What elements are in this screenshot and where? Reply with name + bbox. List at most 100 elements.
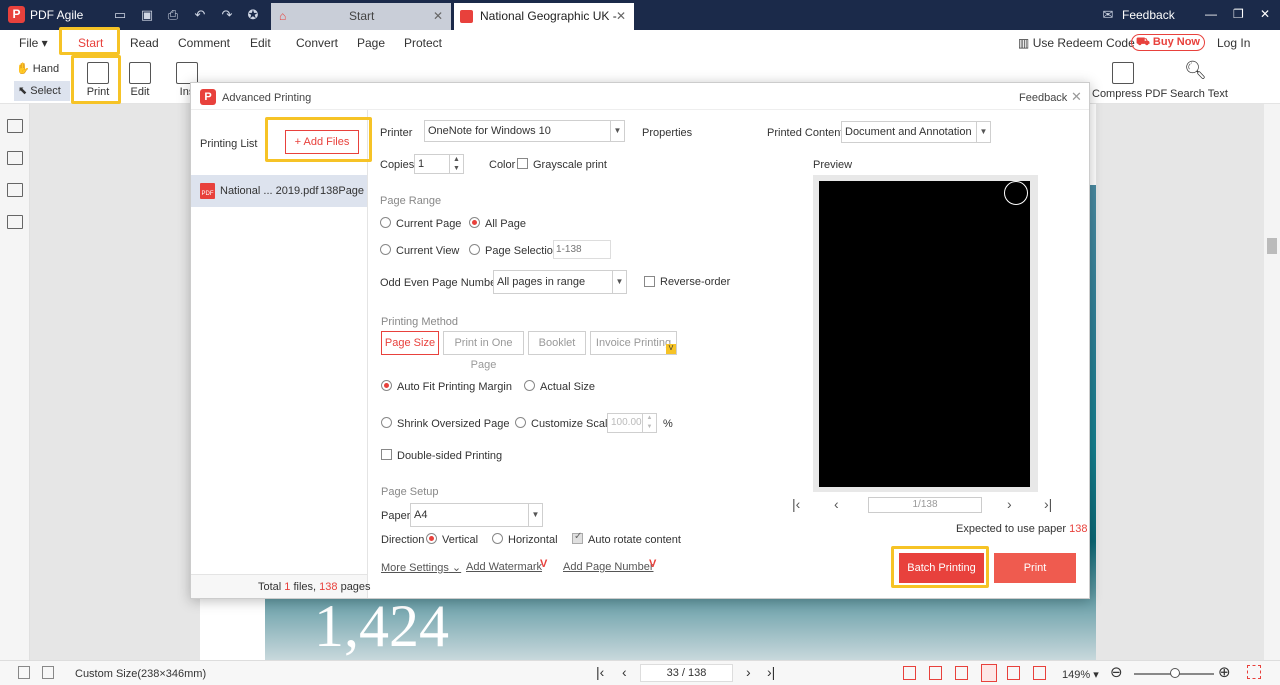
print-tool[interactable]: Print: [86, 62, 110, 98]
outline-icon[interactable]: [7, 119, 23, 133]
method-page-size-button[interactable]: Page Size: [381, 331, 439, 355]
last-page-icon[interactable]: ›|: [767, 664, 775, 680]
close-window-icon[interactable]: ✕: [1260, 7, 1270, 21]
shrink-oversized-radio[interactable]: [381, 417, 392, 428]
menu-file[interactable]: File ▾: [19, 36, 48, 50]
page-selection-radio[interactable]: [469, 244, 480, 255]
menu-convert[interactable]: Convert: [296, 36, 338, 50]
print-button[interactable]: Print: [994, 553, 1076, 583]
current-page-radio[interactable]: [380, 217, 391, 228]
menu-page[interactable]: Page: [357, 36, 385, 50]
login-link[interactable]: Log In: [1217, 36, 1250, 50]
compress-pdf-tool[interactable]: Compress PDF: [1092, 88, 1167, 100]
actual-size-label: Actual Size: [540, 381, 596, 393]
auto-fit-radio[interactable]: [381, 380, 392, 391]
buy-now-button[interactable]: ⛟ Buy Now: [1131, 34, 1205, 51]
search-panel-icon[interactable]: [7, 215, 23, 229]
file-list-item[interactable]: PDF National ... 2019.pdf 138Page: [191, 175, 367, 207]
undo-icon[interactable]: ↶: [192, 7, 208, 23]
printer-select[interactable]: OneNote for Windows 10 ▼: [424, 120, 625, 142]
menu-read[interactable]: Read: [130, 36, 159, 50]
tab-start[interactable]: ⌂ Start ✕: [271, 3, 451, 30]
select-tool[interactable]: ⬉ Select: [14, 81, 70, 101]
add-files-button[interactable]: + Add Files: [285, 130, 359, 154]
save-icon[interactable]: ▣: [139, 7, 155, 23]
preview-prev-page-icon[interactable]: ‹: [834, 496, 839, 512]
hand-tool[interactable]: ✋ Hand: [16, 62, 59, 75]
export-icon[interactable]: [42, 666, 54, 679]
grayscale-checkbox[interactable]: [517, 158, 528, 169]
stepper-arrows-icon[interactable]: ▲ ▼: [449, 155, 463, 173]
odd-even-select[interactable]: All pages in range ▼: [493, 270, 627, 294]
method-print-in-one-page-button[interactable]: Print in One Page: [443, 331, 524, 371]
close-tab-icon[interactable]: ✕: [616, 3, 626, 30]
auto-rotate-checkbox[interactable]: [572, 531, 583, 544]
vertical-scrollbar[interactable]: [1264, 104, 1280, 660]
customize-scale-radio[interactable]: [515, 417, 526, 428]
reverse-order-checkbox[interactable]: [644, 276, 655, 287]
dialog-close-icon[interactable]: ✕: [1071, 89, 1082, 105]
star-icon[interactable]: ✪: [245, 7, 261, 23]
preview-first-page-icon[interactable]: |‹: [792, 496, 800, 512]
annotations-icon[interactable]: [7, 183, 23, 197]
batch-printing-button[interactable]: Batch Printing: [899, 553, 984, 583]
menu-start[interactable]: Start: [78, 36, 104, 55]
add-page-number-link[interactable]: Add Page Number: [563, 561, 654, 573]
edit-tool[interactable]: Edit: [128, 62, 152, 98]
open-folder-icon[interactable]: ▭: [112, 7, 128, 23]
restore-icon[interactable]: ❐: [1233, 7, 1244, 21]
menu-edit[interactable]: Edit: [250, 36, 271, 50]
next-page-icon[interactable]: ›: [746, 664, 751, 680]
preview-last-page-icon[interactable]: ›|: [1044, 496, 1052, 512]
method-invoice-printing-button[interactable]: Invoice Printing V: [590, 331, 677, 355]
horizontal-radio[interactable]: [492, 533, 503, 544]
thumbnails-icon[interactable]: [7, 151, 23, 165]
prev-page-icon[interactable]: ‹: [622, 664, 627, 680]
all-page-radio[interactable]: [469, 217, 480, 228]
read-mode-icon[interactable]: [1033, 666, 1046, 680]
add-watermark-link[interactable]: Add Watermark: [466, 561, 542, 573]
zoom-out-icon[interactable]: ⊖: [1110, 663, 1123, 681]
page-selection-input[interactable]: [553, 240, 611, 259]
fullscreen-icon[interactable]: [1247, 665, 1261, 679]
close-tab-icon[interactable]: ✕: [433, 3, 443, 30]
book-view-icon[interactable]: [955, 666, 968, 680]
menu-protect[interactable]: Protect: [404, 36, 442, 50]
tab-document[interactable]: National Geographic UK - J... ✕: [454, 3, 634, 50]
scroll-view-icon[interactable]: [1007, 666, 1020, 680]
single-page-view-icon[interactable]: [903, 666, 916, 680]
page-number-input[interactable]: 33 / 138: [640, 664, 733, 682]
dialog-feedback-link[interactable]: Feedback: [1019, 92, 1067, 104]
properties-link[interactable]: Properties: [642, 127, 692, 139]
method-booklet-button[interactable]: Booklet: [528, 331, 586, 355]
feedback-icon[interactable]: ✉: [1100, 7, 1116, 23]
stepper-arrows-icon[interactable]: ▲ ▼: [642, 414, 656, 432]
paper-select[interactable]: A4 ▼: [410, 503, 543, 527]
redo-icon[interactable]: ↷: [219, 7, 235, 23]
zoom-slider-thumb[interactable]: [1170, 668, 1180, 678]
continuous-view-icon[interactable]: [981, 664, 997, 682]
printed-content-select[interactable]: Document and Annotation ▼: [841, 121, 991, 143]
current-view-radio[interactable]: [380, 244, 391, 255]
preview-next-page-icon[interactable]: ›: [1007, 496, 1012, 512]
redeem-code-link[interactable]: ▥ Use Redeem Code: [1018, 36, 1135, 50]
minimize-icon[interactable]: —: [1205, 7, 1217, 21]
zoom-select[interactable]: 149% ▾: [1062, 668, 1099, 681]
more-settings-link[interactable]: More Settings ⌄: [381, 561, 461, 574]
print-icon[interactable]: ⎙: [165, 7, 181, 23]
first-page-icon[interactable]: |‹: [596, 664, 604, 680]
vertical-radio[interactable]: [426, 533, 437, 544]
search-text-tool[interactable]: Search Text: [1170, 88, 1228, 100]
actual-size-radio[interactable]: [524, 380, 535, 391]
menu-comment[interactable]: Comment: [178, 36, 230, 50]
copies-stepper[interactable]: 1 ▲ ▼: [414, 154, 464, 174]
two-page-view-icon[interactable]: [929, 666, 942, 680]
fit-icon[interactable]: [18, 666, 30, 679]
zoom-in-icon[interactable]: ⊕: [1218, 663, 1231, 681]
scale-stepper[interactable]: 100.00 ▲ ▼: [607, 413, 657, 433]
double-sided-checkbox[interactable]: [381, 449, 392, 460]
scrollbar-thumb[interactable]: [1267, 238, 1277, 254]
preview-page-input[interactable]: 1/138: [868, 497, 982, 513]
expand-preview-icon[interactable]: [1004, 181, 1028, 205]
feedback-link[interactable]: Feedback: [1122, 8, 1175, 22]
